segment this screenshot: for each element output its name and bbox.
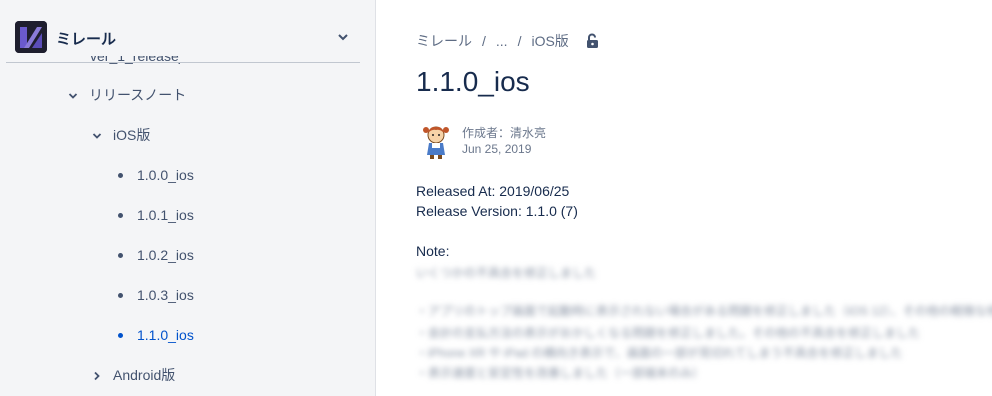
breadcrumb-item-ellipsis[interactable]: ... [496,33,508,49]
release-version-text: Release Version: 1.1.0 (7) [416,203,578,219]
bullet-icon [118,252,123,258]
breadcrumb-separator: / [482,33,486,49]
space-header[interactable]: ミレール [0,0,375,62]
blurred-note-line: ・会計の支払方法の表示がおかしくなる問題を修正しました。その他の不具合を修正しま… [416,326,921,340]
avatar[interactable] [420,124,452,160]
tree-item-label: 1.0.1_ios [137,207,194,223]
chevron-right-icon[interactable] [91,369,103,381]
tree-item-label: 1.0.3_ios [137,287,194,303]
blurred-note-line: いくつかの不具合を修正しました [416,266,597,280]
tree-item-1-0-3[interactable]: 1.0.3_ios [118,284,194,306]
author-name[interactable]: 作成者：清水亮 [462,124,546,141]
tree-item-label: iOS版 [113,127,151,143]
sidebar: ミレール ver_1_release_notes リリースノート iOS版 1.… [0,0,376,396]
bullet-icon [118,172,123,178]
blurred-note-line: ・iPhone XR や iPad の横向き表示で、画面の一部が見切れてしまう不… [416,346,903,360]
breadcrumb-item-space[interactable]: ミレール [416,31,472,51]
bullet-icon [118,332,123,338]
tree-item-1-0-2[interactable]: 1.0.2_ios [118,244,194,266]
tree-item-label: リリースノート [89,87,187,103]
chevron-down-icon[interactable] [336,30,350,44]
note-label: Note: [416,243,450,259]
tree-item-android[interactable]: Android版 [91,364,175,386]
chevron-down-icon[interactable] [91,129,103,141]
tree-item-label: 1.0.2_ios [137,247,194,263]
tree-item-label: Android版 [113,367,176,383]
tree-item-1-0-0[interactable]: 1.0.0_ios [118,164,194,186]
blurred-note-line: ・表示速度と安定性を改善しました（一部端末のみ） [416,366,705,380]
bullet-icon [118,292,123,298]
tree-item-ios[interactable]: iOS版 [91,124,150,146]
chevron-down-icon[interactable] [67,89,79,101]
breadcrumb: ミレール / ... / iOS版 [416,31,601,51]
breadcrumb-item-parent[interactable]: iOS版 [531,31,568,51]
blurred-note-line: ・アプリのトップ画面で起動時に表示されない場合がある問題を修正しました（iOS … [416,304,992,318]
tree-item-1-0-1[interactable]: 1.0.1_ios [118,204,194,226]
unlock-icon[interactable] [583,32,601,50]
space-logo [15,21,47,53]
tree-item-label: 1.0.0_ios [137,167,194,183]
publish-date: Jun 25, 2019 [462,142,532,156]
header-divider [6,62,360,63]
tree-item-label: 1.1.0_ios [137,327,194,343]
breadcrumb-separator: / [517,33,522,49]
bullet-icon [118,212,123,218]
tree-item-release-notes[interactable]: リリースノート [67,84,186,106]
tree-item-1-1-0[interactable]: 1.1.0_ios [118,324,194,346]
space-name: ミレール [56,31,117,48]
released-at-text: Released At: 2019/06/25 [416,183,570,199]
page-title: 1.1.0_ios [416,66,530,97]
